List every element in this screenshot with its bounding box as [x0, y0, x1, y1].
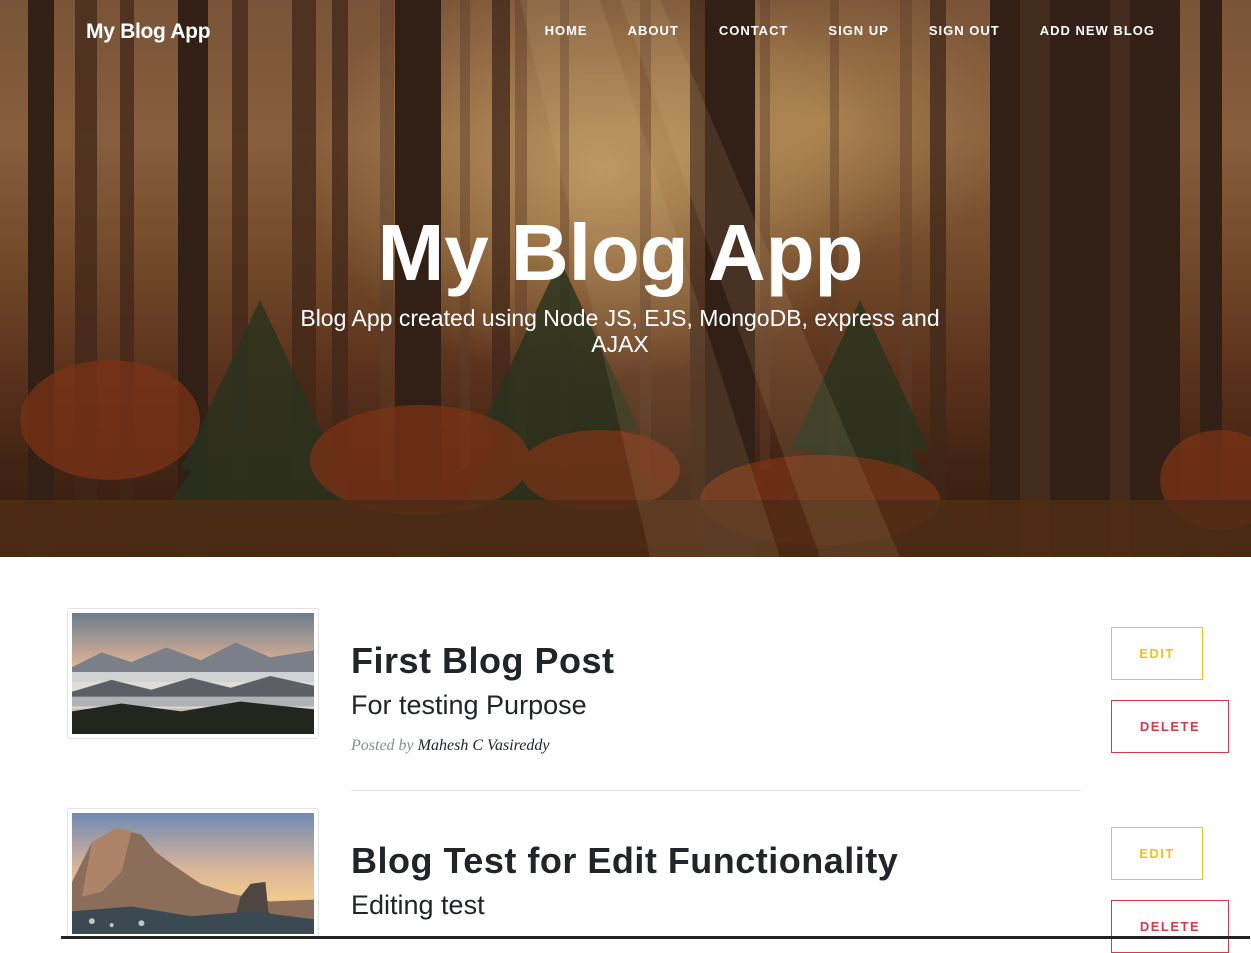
edit-button[interactable]: EDIT — [1111, 827, 1203, 880]
hero-subtitle: Blog App created using Node JS, EJS, Mon… — [300, 305, 940, 357]
post-thumbnail[interactable] — [67, 608, 319, 739]
posted-by-label: Posted by — [351, 737, 414, 754]
post-author: Mahesh C Vasireddy — [417, 737, 550, 754]
post-title[interactable]: First Blog Post — [351, 640, 615, 682]
nav-sign-out[interactable]: SIGN OUT — [889, 23, 1000, 38]
hero-header: My Blog App HOME ABOUT CONTACT SIGN UP S… — [0, 0, 1251, 557]
misty-mountains-image — [72, 613, 314, 734]
main-nav: HOME ABOUT CONTACT SIGN UP SIGN OUT ADD … — [545, 23, 1155, 38]
nav-about[interactable]: ABOUT — [588, 23, 679, 38]
hero-title: My Blog App — [377, 208, 864, 297]
post-divider — [351, 790, 1081, 791]
nav-sign-up[interactable]: SIGN UP — [788, 23, 888, 38]
post-thumbnail[interactable] — [67, 808, 319, 939]
nav-home[interactable]: HOME — [545, 23, 588, 38]
post-title[interactable]: Blog Test for Edit Functionality — [351, 840, 898, 882]
nav-add-new-blog[interactable]: ADD NEW BLOG — [1000, 23, 1155, 38]
delete-button[interactable]: DELETE — [1111, 900, 1229, 953]
post-subtitle: Editing test — [351, 890, 485, 920]
post-meta: Posted by Mahesh C Vasireddy — [351, 737, 550, 755]
brand-link[interactable]: My Blog App — [86, 20, 211, 44]
post-subtitle: For testing Purpose — [351, 690, 587, 720]
nav-contact[interactable]: CONTACT — [679, 23, 789, 38]
rocky-mountain-sunset-image — [72, 813, 314, 934]
edit-button[interactable]: EDIT — [1111, 627, 1203, 680]
delete-button[interactable]: DELETE — [1111, 700, 1229, 753]
